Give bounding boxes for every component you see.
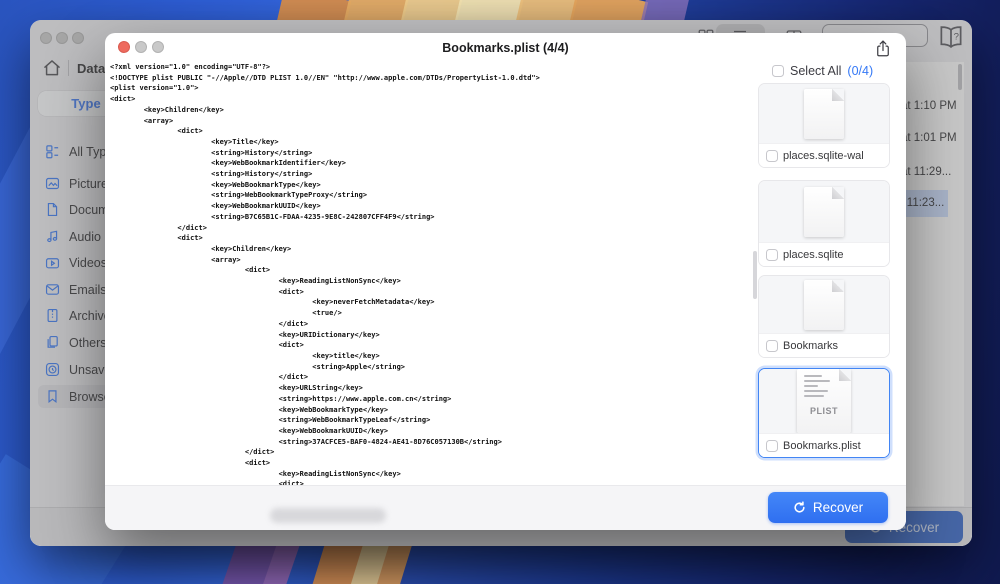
file-rail: Select All (0/4) places.sqlite-wal place… [758, 62, 906, 485]
select-all-label: Select All [790, 64, 842, 78]
file-card-bookmarks-plist[interactable]: PLIST Bookmarks.plist [758, 368, 890, 458]
plist-file-icon: PLIST [797, 369, 851, 433]
file-name: places.sqlite-wal [783, 149, 864, 162]
blurred-text-artifact [270, 508, 386, 523]
file-name: Bookmarks [783, 339, 839, 352]
file-name: places.sqlite [783, 248, 844, 261]
blank-file-icon [804, 88, 844, 139]
select-all-checkbox[interactable] [772, 65, 784, 77]
preview-modal: Bookmarks.plist (4/4) <?xml version="1.0… [105, 33, 906, 530]
file-thumbnail [759, 84, 889, 143]
blank-file-icon [804, 186, 844, 237]
file-thumbnail: PLIST [759, 369, 889, 433]
desktop: Data ? Type All Types Pictures Documents… [0, 0, 1000, 584]
file-card-bookmarks[interactable]: Bookmarks [758, 275, 890, 358]
file-name: Bookmarks.plist [783, 439, 861, 452]
file-checkbox[interactable] [766, 339, 778, 352]
select-all-row[interactable]: Select All (0/4) [772, 64, 873, 78]
preview-scrollbar[interactable] [753, 251, 757, 299]
file-card-places-sqlite[interactable]: places.sqlite [758, 180, 890, 267]
modal-title: Bookmarks.plist (4/4) [442, 41, 569, 55]
file-card-places-sqlite-wal[interactable]: places.sqlite-wal [758, 83, 890, 168]
recover-button-modal[interactable]: Recover [768, 492, 888, 523]
plist-xml-content: <?xml version="1.0" encoding="UTF-8"?> <… [110, 63, 540, 485]
blank-file-icon [804, 279, 844, 330]
file-thumbnail [759, 276, 889, 333]
select-all-count: (0/4) [847, 64, 874, 78]
modal-footer: Recover [105, 485, 906, 530]
file-thumbnail [759, 181, 889, 242]
file-checkbox[interactable] [766, 248, 778, 261]
plist-preview-pane[interactable]: <?xml version="1.0" encoding="UTF-8"?> <… [110, 62, 758, 485]
file-checkbox[interactable] [766, 439, 778, 452]
share-icon[interactable] [876, 40, 890, 57]
recover-button-label: Recover [812, 500, 864, 515]
plist-badge: PLIST [809, 406, 838, 416]
refresh-icon [794, 501, 805, 513]
file-checkbox[interactable] [766, 149, 778, 162]
